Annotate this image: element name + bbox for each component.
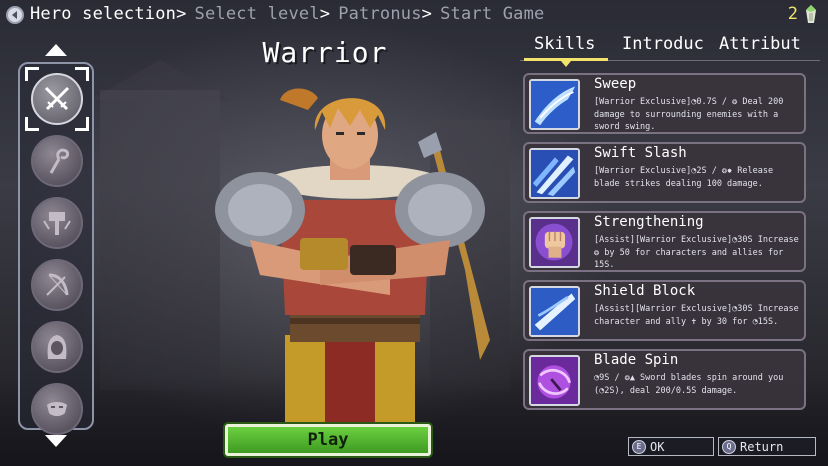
tab-attributes[interactable]: Attribut (719, 34, 801, 54)
breadcrumb: Hero selection> Select level> Patronus> Sta… (30, 4, 544, 24)
breadcrumb-separator: > (319, 4, 331, 24)
tab-skills[interactable]: Skills (534, 34, 595, 54)
crossed-swords-icon (44, 86, 70, 111)
shield-block-icon (529, 286, 580, 337)
hero-name-title: Warrior (262, 36, 388, 69)
back-arrow-icon (12, 11, 17, 19)
skill-name: Shield Block (594, 283, 696, 299)
skill-card-swift-slash[interactable]: Swift Slash [Warrior Exclusive]◔2S / ❂✸ … (523, 142, 806, 203)
breadcrumb-step-hero-selection[interactable]: Hero selection (30, 4, 176, 24)
fist-icon (529, 217, 580, 268)
return-hint-button[interactable]: Q Return (718, 437, 816, 456)
skill-card-shield-block[interactable]: Shield Block [Assist][Warrior Exclusive]… (523, 280, 806, 341)
breadcrumb-separator: > (421, 4, 433, 24)
staff-icon (49, 148, 70, 174)
currency-counter: 2 (788, 4, 816, 24)
scroll-up-arrow-icon[interactable] (45, 44, 67, 56)
skill-card-sweep[interactable]: Sweep [Warrior Exclusive]◔0.7S / ❂ Deal … (523, 73, 806, 134)
gem-icon (806, 5, 816, 23)
currency-amount: 2 (787, 4, 798, 24)
hero-slot-warrior[interactable] (31, 73, 83, 125)
skill-description: [Assist][Warrior Exclusive]◔30S Increase… (594, 235, 799, 270)
scroll-down-arrow-icon[interactable] (45, 435, 67, 447)
skill-description: [Warrior Exclusive]◔0.7S / ❂ Deal 200 da… (594, 97, 784, 132)
q-key-icon: Q (722, 439, 736, 454)
detail-tabs: Skills Introduc Attribut (520, 32, 828, 67)
tab-introduction[interactable]: Introduc (622, 34, 704, 54)
ok-hint-button[interactable]: E OK (628, 437, 714, 456)
bow-icon (46, 273, 69, 296)
hero-slot-mage[interactable] (31, 135, 83, 187)
breadcrumb-step-patronus[interactable]: Patronus (338, 4, 421, 24)
hero-slot-assassin[interactable] (31, 321, 83, 373)
hero-slot-mask[interactable] (31, 383, 83, 435)
breadcrumb-step-select-level[interactable]: Select level (195, 4, 320, 24)
breadcrumb-step-start-game[interactable]: Start Game (440, 4, 544, 24)
skill-description: [Assist][Warrior Exclusive]◔30S Increase… (594, 304, 799, 327)
hood-icon (47, 335, 67, 359)
skill-card-strengthening[interactable]: Strengthening [Assist][Warrior Exclusive… (523, 211, 806, 272)
mask-icon (47, 402, 67, 416)
skill-card-blade-spin[interactable]: Blade Spin ◔9S / ❂▲ Sword blades spin ar… (523, 349, 806, 410)
sweep-icon (529, 79, 580, 130)
active-tab-caret-icon (561, 61, 571, 67)
skill-description: [Warrior Exclusive]◔2S / ❂✸ Release blad… (594, 166, 774, 189)
hero-slot-archer[interactable] (31, 259, 83, 311)
swift-slash-icon (529, 148, 580, 199)
breadcrumb-separator: > (176, 4, 187, 24)
skill-name: Swift Slash (594, 145, 687, 161)
hero-list (18, 62, 94, 435)
hammer-icon (43, 212, 71, 235)
back-button[interactable] (6, 6, 24, 24)
skill-name: Strengthening (594, 214, 704, 230)
skill-name: Sweep (594, 76, 637, 92)
top-bar: Hero selection> Select level> Patronus> Sta… (0, 0, 828, 30)
skill-name: Blade Spin (594, 352, 679, 368)
ok-hint-label: OK (650, 439, 665, 454)
return-hint-label: Return (740, 439, 784, 454)
play-button[interactable]: Play (225, 424, 431, 456)
hero-portrait (215, 88, 490, 425)
hero-slot-hammer[interactable] (31, 197, 83, 249)
skill-description: ◔9S / ❂▲ Sword blades spin around you (◔… (594, 373, 784, 396)
e-key-icon: E (632, 439, 646, 454)
blade-spin-icon (529, 355, 580, 406)
